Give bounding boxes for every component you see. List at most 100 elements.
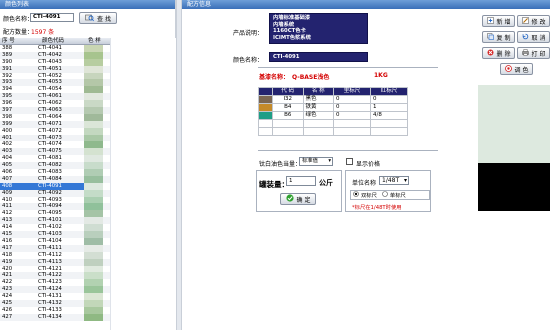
row-swatch <box>84 148 103 156</box>
list-item[interactable]: 421 CTI-4122 <box>0 272 110 280</box>
new-button-label: 新 增 <box>496 18 511 26</box>
color-name-input[interactable]: CTI-4091 <box>30 13 74 22</box>
row-color-code: CTI-4132 <box>38 299 62 306</box>
colorant-empty-row <box>258 127 409 136</box>
row-color-code: CTI-4075 <box>38 148 62 155</box>
list-item[interactable]: 425 CTI-4132 <box>0 299 110 307</box>
column-header-code[interactable]: 颜色代码 <box>36 38 84 44</box>
list-item[interactable]: 408 CTI-4091 <box>0 182 110 190</box>
list-item[interactable]: 391 CTI-4051 <box>0 65 110 73</box>
list-item[interactable]: 392 CTI-4052 <box>0 72 110 80</box>
list-item[interactable]: 410 CTI-4093 <box>0 196 110 204</box>
confirm-button[interactable]: 确 定 <box>280 193 316 205</box>
list-item[interactable]: 390 CTI-4043 <box>0 58 110 66</box>
list-item[interactable]: 393 CTI-4053 <box>0 79 110 87</box>
list-item[interactable]: 411 CTI-4094 <box>0 203 110 211</box>
list-item[interactable]: 419 CTI-4113 <box>0 258 110 266</box>
list-item[interactable]: 414 CTI-4102 <box>0 224 110 232</box>
list-item[interactable]: 406 CTI-4083 <box>0 169 110 176</box>
unit-select[interactable]: 标准值 ▾ <box>299 157 333 166</box>
row-swatch <box>84 127 103 135</box>
row-number: 390 <box>2 58 13 65</box>
list-item[interactable]: 417 CTI-4111 <box>0 244 110 252</box>
divider <box>258 67 438 68</box>
list-item[interactable]: 401 CTI-4073 <box>0 134 110 142</box>
list-item[interactable]: 427 CTI-4134 <box>0 313 110 321</box>
colorant-rows: I32 黑色 0 0 B4 铁黄 0 1 B6 绿色 0 4/8 <box>258 95 409 136</box>
list-item[interactable]: 397 CTI-4063 <box>0 107 110 114</box>
list-item[interactable]: 420 CTI-4121 <box>0 265 110 273</box>
colorant-name: 绿色 <box>302 111 334 120</box>
list-item[interactable]: 402 CTI-4074 <box>0 141 110 149</box>
colorant-name: 黑色 <box>302 95 334 104</box>
row-swatch <box>84 51 103 59</box>
formula-color-value: CTI-4091 <box>269 52 368 62</box>
list-item[interactable]: 416 CTI-4104 <box>0 237 110 245</box>
copy-button-label: 复 制 <box>496 34 511 42</box>
unit-name-value: 1/48T <box>382 177 400 184</box>
copy-button[interactable]: 复 制 <box>482 31 515 43</box>
radio-single-scale[interactable] <box>382 191 388 199</box>
row-color-code: CTI-4094 <box>38 203 62 210</box>
list-item[interactable]: 400 CTI-4072 <box>0 127 110 135</box>
list-item[interactable]: 395 CTI-4061 <box>0 93 110 101</box>
row-color-code: CTI-4111 <box>38 244 62 251</box>
row-color-code: CTI-4123 <box>38 279 62 286</box>
radio-dual-scale[interactable] <box>353 191 359 199</box>
row-swatch <box>84 203 103 211</box>
cancel-button[interactable]: 取 消 <box>517 31 550 43</box>
list-item[interactable]: 399 CTI-4071 <box>0 120 110 128</box>
list-item[interactable]: 422 CTI-4123 <box>0 279 110 287</box>
list-item[interactable]: 423 CTI-4124 <box>0 286 110 294</box>
unit-select-label: 钛白油色当量： <box>259 161 302 168</box>
colorant-row[interactable]: B4 铁黄 0 1 <box>258 103 409 112</box>
list-item[interactable]: 404 CTI-4081 <box>0 155 110 163</box>
list-item[interactable]: 398 CTI-4064 <box>0 113 110 121</box>
divider <box>258 150 438 151</box>
color-list-header: 序 号 颜色代码 色 样 <box>0 38 110 45</box>
list-item[interactable]: 394 CTI-4054 <box>0 86 110 94</box>
column-header-swatch[interactable]: 色 样 <box>84 38 110 44</box>
list-item[interactable]: 389 CTI-4042 <box>0 51 110 59</box>
list-item[interactable]: 407 CTI-4084 <box>0 175 110 183</box>
mix-button[interactable]: 调 色 <box>500 63 533 75</box>
list-item[interactable]: 415 CTI-4103 <box>0 231 110 238</box>
colorant-row[interactable]: B6 绿色 0 4/8 <box>258 111 409 120</box>
list-item[interactable]: 418 CTI-4112 <box>0 251 110 259</box>
row-swatch <box>84 141 103 149</box>
list-item[interactable]: 412 CTI-4095 <box>0 210 110 218</box>
new-button[interactable]: 新 增 <box>482 15 515 27</box>
palette-icon <box>504 64 512 74</box>
row-color-code: CTI-4121 <box>38 265 62 272</box>
cancel-button-label: 取 消 <box>531 34 546 42</box>
base-label: 基漆名称： <box>259 74 290 81</box>
modify-button[interactable]: 修 改 <box>517 15 550 27</box>
show-price-checkbox[interactable] <box>346 158 353 165</box>
list-item[interactable]: 409 CTI-4092 <box>0 189 110 197</box>
empty-cell <box>333 119 371 128</box>
search-button[interactable]: 查 找 <box>79 12 117 24</box>
list-item[interactable]: 413 CTI-4101 <box>0 217 110 225</box>
row-swatch <box>84 251 103 259</box>
fill-label: 罐装量： <box>259 180 289 189</box>
row-color-code: CTI-4113 <box>38 258 62 265</box>
colorant-row[interactable]: I32 黑色 0 0 <box>258 95 409 104</box>
fill-quantity-input[interactable]: 1 <box>286 176 316 186</box>
row-color-code: CTI-4042 <box>38 51 62 58</box>
list-item[interactable]: 396 CTI-4062 <box>0 100 110 108</box>
row-number: 426 <box>2 306 13 313</box>
list-item[interactable]: 426 CTI-4133 <box>0 306 110 314</box>
row-swatch <box>84 237 103 245</box>
list-item[interactable]: 405 CTI-4082 <box>0 162 110 170</box>
row-color-code: CTI-4103 <box>38 231 62 238</box>
unit-name-select[interactable]: 1/48T ▾ <box>379 176 409 185</box>
row-color-code: CTI-4052 <box>38 72 62 79</box>
list-item[interactable]: 403 CTI-4075 <box>0 148 110 156</box>
delete-button[interactable]: 删 除 <box>482 47 515 59</box>
column-header-no[interactable]: 序 号 <box>0 38 36 44</box>
print-button[interactable]: 打 印 <box>517 47 550 59</box>
list-item[interactable]: 388 CTI-4041 <box>0 45 110 52</box>
list-item[interactable]: 424 CTI-4131 <box>0 293 110 300</box>
row-number: 412 <box>2 210 13 217</box>
printer-icon <box>521 48 529 58</box>
